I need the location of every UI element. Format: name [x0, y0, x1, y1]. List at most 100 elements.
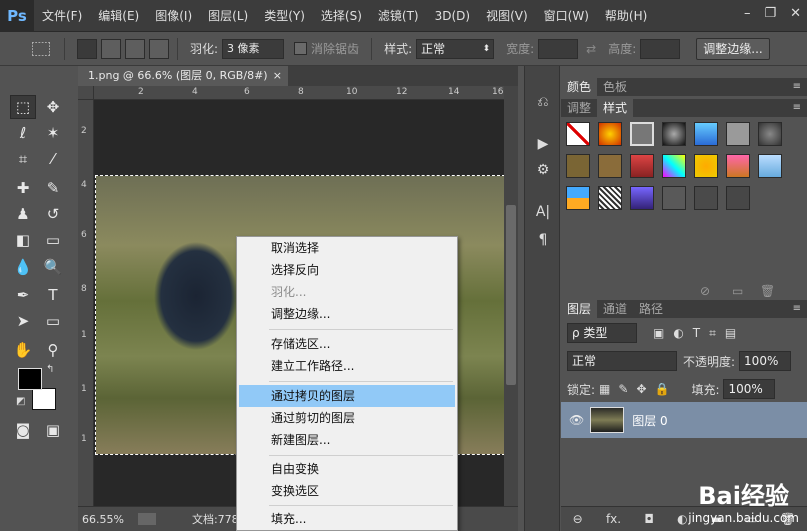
dodge-tool-icon[interactable]: 🔍	[40, 255, 66, 279]
menu-3d[interactable]: 3D(D)	[427, 0, 478, 32]
foreground-color-swatch[interactable]	[18, 368, 42, 390]
style-swatch[interactable]	[630, 122, 654, 146]
marquee-tool-preset-icon[interactable]	[32, 41, 50, 56]
ruler-origin[interactable]	[78, 86, 94, 100]
height-input[interactable]	[640, 38, 681, 59]
blur-tool-icon[interactable]: 💧	[10, 255, 36, 279]
clone-stamp-tool-icon[interactable]: ♟	[10, 202, 36, 226]
tab-adjustments[interactable]: 调整	[561, 99, 597, 117]
menu-select[interactable]: 选择(S)	[313, 0, 370, 32]
width-input[interactable]	[538, 38, 579, 59]
style-swatch[interactable]	[694, 122, 718, 146]
tab-swatches[interactable]: 色板	[597, 78, 633, 96]
scrollbar-thumb[interactable]	[506, 205, 516, 385]
style-swatch[interactable]	[694, 154, 718, 178]
style-swatch[interactable]	[662, 186, 686, 210]
style-swatch[interactable]	[566, 122, 590, 146]
eyedropper-tool-icon[interactable]: ⁄	[40, 147, 66, 171]
style-swatch[interactable]	[630, 186, 654, 210]
history-panel-icon[interactable]: ⎌	[531, 92, 555, 112]
style-swatch[interactable]	[598, 154, 622, 178]
new-selection-icon[interactable]	[77, 38, 97, 59]
vertical-ruler[interactable]: 2 4 6 8 1 1 1	[78, 100, 94, 506]
properties-panel-icon[interactable]: ⚙	[531, 160, 555, 180]
layer-name[interactable]: 图层 0	[632, 412, 667, 429]
magic-wand-tool-icon[interactable]: ✶	[40, 121, 66, 145]
hand-tool-icon[interactable]: ✋	[10, 338, 36, 362]
panel-menu-icon[interactable]: ≡	[793, 99, 807, 117]
close-tab-icon[interactable]: ×	[273, 66, 282, 86]
tab-color[interactable]: 颜色	[561, 78, 598, 96]
horizontal-ruler[interactable]: 2 4 6 8 10 12 14 16	[94, 86, 504, 100]
status-nav-icon[interactable]	[137, 513, 156, 525]
layer-item[interactable]: 👁 图层 0	[561, 402, 807, 438]
default-colors-icon[interactable]: ◩	[16, 396, 25, 407]
lasso-tool-icon[interactable]: ℓ	[10, 121, 36, 145]
pen-tool-icon[interactable]: ✒	[10, 283, 36, 307]
visibility-eye-icon[interactable]: 👁	[569, 413, 584, 427]
style-swatch[interactable]	[726, 154, 750, 178]
menu-item-inverse[interactable]: 选择反向	[239, 259, 455, 281]
quick-mask-icon[interactable]: ◙	[10, 418, 36, 442]
style-swatch[interactable]	[726, 122, 750, 146]
style-swatch[interactable]	[726, 186, 750, 210]
style-swatch[interactable]	[566, 154, 590, 178]
menu-filter[interactable]: 滤镜(T)	[370, 0, 427, 32]
menu-view[interactable]: 视图(V)	[478, 0, 536, 32]
menu-layer[interactable]: 图层(L)	[200, 0, 256, 32]
style-select[interactable]: 正常 ⬍	[416, 38, 495, 59]
layer-filter-icons[interactable]: ▣◐T⌗▤	[653, 326, 745, 341]
character-panel-icon[interactable]: A|	[531, 202, 555, 222]
link-layers-icon[interactable]: ⊖	[573, 512, 583, 526]
swap-colors-icon[interactable]: ↰	[46, 364, 54, 375]
delete-style-icon[interactable]: 🗑	[760, 284, 775, 298]
antialias-checkbox[interactable]	[294, 42, 308, 55]
opacity-input[interactable]: 100%	[739, 351, 792, 371]
path-selection-tool-icon[interactable]: ➤	[10, 309, 36, 333]
menu-item-free-transform[interactable]: 自由变换	[239, 458, 455, 480]
layer-kind-filter[interactable]: ρ 类型	[567, 323, 637, 343]
type-tool-icon[interactable]: T	[40, 283, 66, 307]
menu-file[interactable]: 文件(F)	[34, 0, 90, 32]
menu-item-save-selection[interactable]: 存储选区...	[239, 333, 455, 355]
lock-icons[interactable]: ▦✎✥🔒	[599, 382, 677, 396]
intersect-selection-icon[interactable]	[149, 38, 169, 59]
menu-item-layer-via-copy[interactable]: 通过拷贝的图层	[239, 385, 455, 407]
menu-item-transform-selection[interactable]: 变换选区	[239, 480, 455, 502]
new-style-icon[interactable]: ▭	[732, 284, 743, 298]
panel-menu-icon[interactable]: ≡	[793, 78, 807, 96]
swap-icon[interactable]: ⇄	[586, 42, 596, 56]
tab-layers[interactable]: 图层	[561, 300, 598, 318]
menu-help[interactable]: 帮助(H)	[597, 0, 655, 32]
menu-type[interactable]: 类型(Y)	[256, 0, 313, 32]
menu-item-make-work-path[interactable]: 建立工作路径...	[239, 355, 455, 377]
rectangle-tool-icon[interactable]: ▭	[40, 309, 66, 333]
refine-edge-button[interactable]: 调整边缘...	[696, 37, 770, 60]
subtract-from-selection-icon[interactable]	[125, 38, 145, 59]
background-color-swatch[interactable]	[32, 388, 56, 410]
gradient-tool-icon[interactable]: ▭	[40, 228, 66, 252]
document-tab[interactable]: 1.png @ 66.6% (图层 0, RGB/8#) ×	[78, 66, 288, 86]
add-mask-icon[interactable]: ◘	[644, 512, 654, 526]
eraser-tool-icon[interactable]: ◧	[10, 228, 36, 252]
add-to-selection-icon[interactable]	[101, 38, 121, 59]
minimize-icon[interactable]: –	[744, 6, 751, 21]
panel-menu-icon[interactable]: ≡	[793, 300, 807, 318]
fill-input[interactable]: 100%	[723, 379, 776, 399]
adjustment-layer-icon[interactable]: ◐	[677, 512, 687, 526]
zoom-level[interactable]: 66.55%	[82, 513, 124, 526]
style-swatch[interactable]	[758, 154, 782, 178]
style-swatch[interactable]	[662, 154, 686, 178]
tab-paths[interactable]: 路径	[633, 300, 669, 318]
style-swatch[interactable]	[630, 154, 654, 178]
style-swatch[interactable]	[598, 186, 622, 210]
menu-edit[interactable]: 编辑(E)	[90, 0, 147, 32]
style-swatch[interactable]	[758, 122, 782, 146]
screen-mode-icon[interactable]: ▣	[40, 418, 66, 442]
crop-tool-icon[interactable]: ⌗	[10, 147, 36, 171]
brush-tool-icon[interactable]: ✎	[40, 176, 66, 200]
restore-icon[interactable]: ❐	[764, 6, 776, 21]
menu-item-fill[interactable]: 填充...	[239, 508, 455, 530]
history-brush-tool-icon[interactable]: ↺	[40, 202, 66, 226]
style-swatch[interactable]	[662, 122, 686, 146]
